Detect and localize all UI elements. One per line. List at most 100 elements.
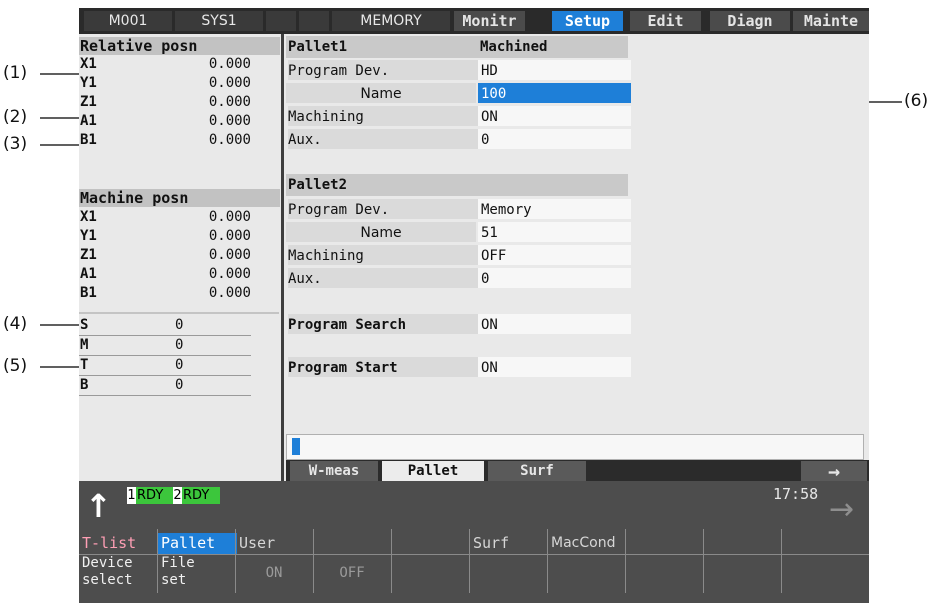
pallet1-machining-field[interactable]: ON [478,106,631,126]
pallet1-name-row[interactable]: Name 100 [286,82,631,104]
callout-3: (3) [3,134,28,154]
pallet2-machining-field[interactable]: OFF [478,245,631,265]
menu-key-2[interactable]: Pallet File set [157,529,237,593]
system-2-ready: RDY [182,487,220,504]
pallet2-machining-row[interactable]: Machining OFF [286,244,631,266]
top-bar: M001 SYS1 MEMORY Monitr Setup Edit Diagn… [79,8,869,34]
system-1-ready: RDY [136,487,174,504]
tab-pallet[interactable]: Pallet [382,461,484,481]
program-search-field[interactable]: ON [478,314,631,334]
input-cursor [292,438,300,455]
machine-row: X1 0.000 [80,209,251,225]
pallet2-program-dev-label: Program Dev. [288,199,478,219]
panel-separator [281,34,284,492]
smtb-row: M0 [79,336,251,356]
menu-key-7-sub [548,555,627,591]
pallet1-program-dev-field[interactable]: HD [478,60,631,80]
pallet1-machining-row[interactable]: Machining ON [286,105,631,127]
menu-key-1-sub: Device select [82,555,133,588]
pallet2-aux-row[interactable]: Aux. 0 [286,267,631,289]
menu-key-4-sub: OFF [339,565,365,581]
pallet2-machining-label: Machining [288,245,478,265]
menu-key-8-label [626,533,705,555]
menu-key-9[interactable] [703,529,783,593]
menu-key-1[interactable]: T-list Device select [79,529,158,593]
position-panel: Relative posn X1 0.000 Y1 0.000 Z1 0.000 A1… [79,34,280,492]
program-search-row[interactable]: Program Search ON [286,313,631,335]
menu-key-10[interactable] [781,529,869,593]
pallet2-name-field[interactable]: 51 [478,222,631,242]
menu-key-1-label: T-list [79,533,158,555]
menu-key-10-sub [782,555,861,591]
menu-diagn[interactable]: Diagn [710,11,790,31]
program-start-field[interactable]: ON [478,357,631,377]
menu-monitr[interactable]: Monitr [454,11,525,31]
menu-key-6[interactable]: Surf [469,529,549,593]
pallet1-program-dev-row[interactable]: Program Dev. HD [286,59,631,81]
pallet1-name-field[interactable]: 100 [478,83,631,103]
menu-key-7-label: MacCond [548,533,627,555]
pallet2-program-dev-row[interactable]: Program Dev. Memory [286,198,631,220]
tab-bar: W-meas Pallet Surf → [286,460,869,481]
system-indicator: SYS1 [175,11,263,31]
menu-key-4[interactable]: OFF [313,529,393,593]
tab-next-arrow-icon[interactable]: → [801,461,867,481]
pallet1-name-label: Name [286,83,476,103]
menu-key-9-label [704,533,783,555]
pallet1-program-dev-label: Program Dev. [288,60,478,80]
menu-key-2-label: Pallet [158,533,237,555]
callout-2: (2) [3,107,28,127]
tab-w-meas[interactable]: W-meas [290,461,378,481]
machine-row: Z1 0.000 [80,247,251,263]
divider [79,312,279,314]
menu-key-4-label [314,533,393,555]
callout-1: (1) [3,63,28,83]
pallet1-aux-row[interactable]: Aux. 0 [286,128,631,150]
pallet1-machining-label: Machining [288,106,478,126]
menu-setup[interactable]: Setup [552,11,623,31]
menu-key-7[interactable]: MacCond [547,529,627,593]
machine-row: Y1 0.000 [80,228,251,244]
up-arrow-icon[interactable]: ↑ [85,489,125,523]
input-line[interactable] [286,434,864,460]
smtb-row: B0 [79,376,251,396]
relative-row: Z1 0.000 [80,94,251,110]
machine-row: B1 0.000 [80,285,251,301]
pallet2-name-row[interactable]: Name 51 [286,221,631,243]
relative-row: Y1 0.000 [80,75,251,91]
pallet2-name-label: Name [286,222,476,242]
smtb-row: S0 [79,316,251,336]
menu-key-2-sub: File set [161,555,195,588]
blank-indicator-1 [266,11,296,31]
relative-posn-title: Relative posn [79,37,280,55]
pallet2-program-dev-field[interactable]: Memory [478,199,631,219]
program-start-row[interactable]: Program Start ON [286,356,631,378]
relative-row: X1 0.000 [80,56,251,72]
menu-mainte[interactable]: Mainte [793,11,869,31]
smtb-row: T0 [79,356,251,376]
machine-row: A1 0.000 [80,266,251,282]
tab-surf[interactable]: Surf [488,461,586,481]
menu-key-6-label: Surf [470,533,549,555]
clock: 17:58 [773,485,819,503]
menu-key-5-label [392,533,471,555]
menu-key-5[interactable] [391,529,471,593]
menu-key-8[interactable] [625,529,705,593]
blank-indicator-2 [299,11,329,31]
right-arrow-icon[interactable]: → [829,495,865,525]
menu-key-8-sub [626,555,705,591]
bottom-area: ↑ 1 RDY 2 RDY 17:58 → T-list Device sele… [79,481,869,603]
menu-edit[interactable]: Edit [630,11,701,31]
program-start-label: Program Start [288,357,478,377]
menu-key-5-sub [392,555,471,591]
pallet2-aux-field[interactable]: 0 [478,268,631,288]
menu-key-3[interactable]: User ON [235,529,315,593]
pallet2-title: Pallet2 [288,177,348,193]
relative-row: A1 0.000 [80,113,251,129]
pallet1-title: Pallet1 [288,39,348,55]
callout-6: (6) [904,91,929,111]
machine-indicator: M001 [84,11,172,31]
program-search-label: Program Search [288,314,478,334]
pallet1-aux-field[interactable]: 0 [478,129,631,149]
machine-posn-title: Machine posn [79,189,280,207]
